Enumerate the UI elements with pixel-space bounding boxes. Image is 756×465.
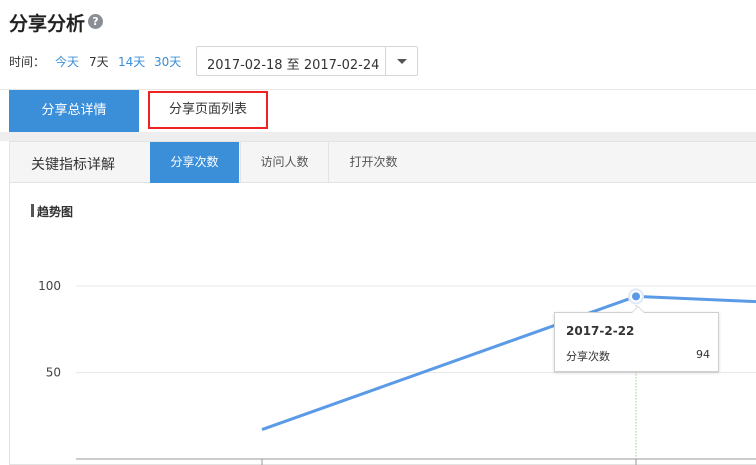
y-tick-label: 50: [46, 366, 61, 380]
tooltip-series-name: 分享次数: [566, 350, 610, 363]
tooltip-date: 2017-2-22: [566, 324, 635, 338]
y-tick-label: 100: [38, 279, 61, 293]
tooltip-caret: [631, 306, 645, 313]
chart-tooltip: 2017-2-22 分享次数 94: [554, 306, 719, 372]
data-point[interactable]: [630, 290, 642, 303]
tooltip-value: 94: [696, 348, 710, 361]
trend-chart: 50 100: [38, 279, 756, 465]
